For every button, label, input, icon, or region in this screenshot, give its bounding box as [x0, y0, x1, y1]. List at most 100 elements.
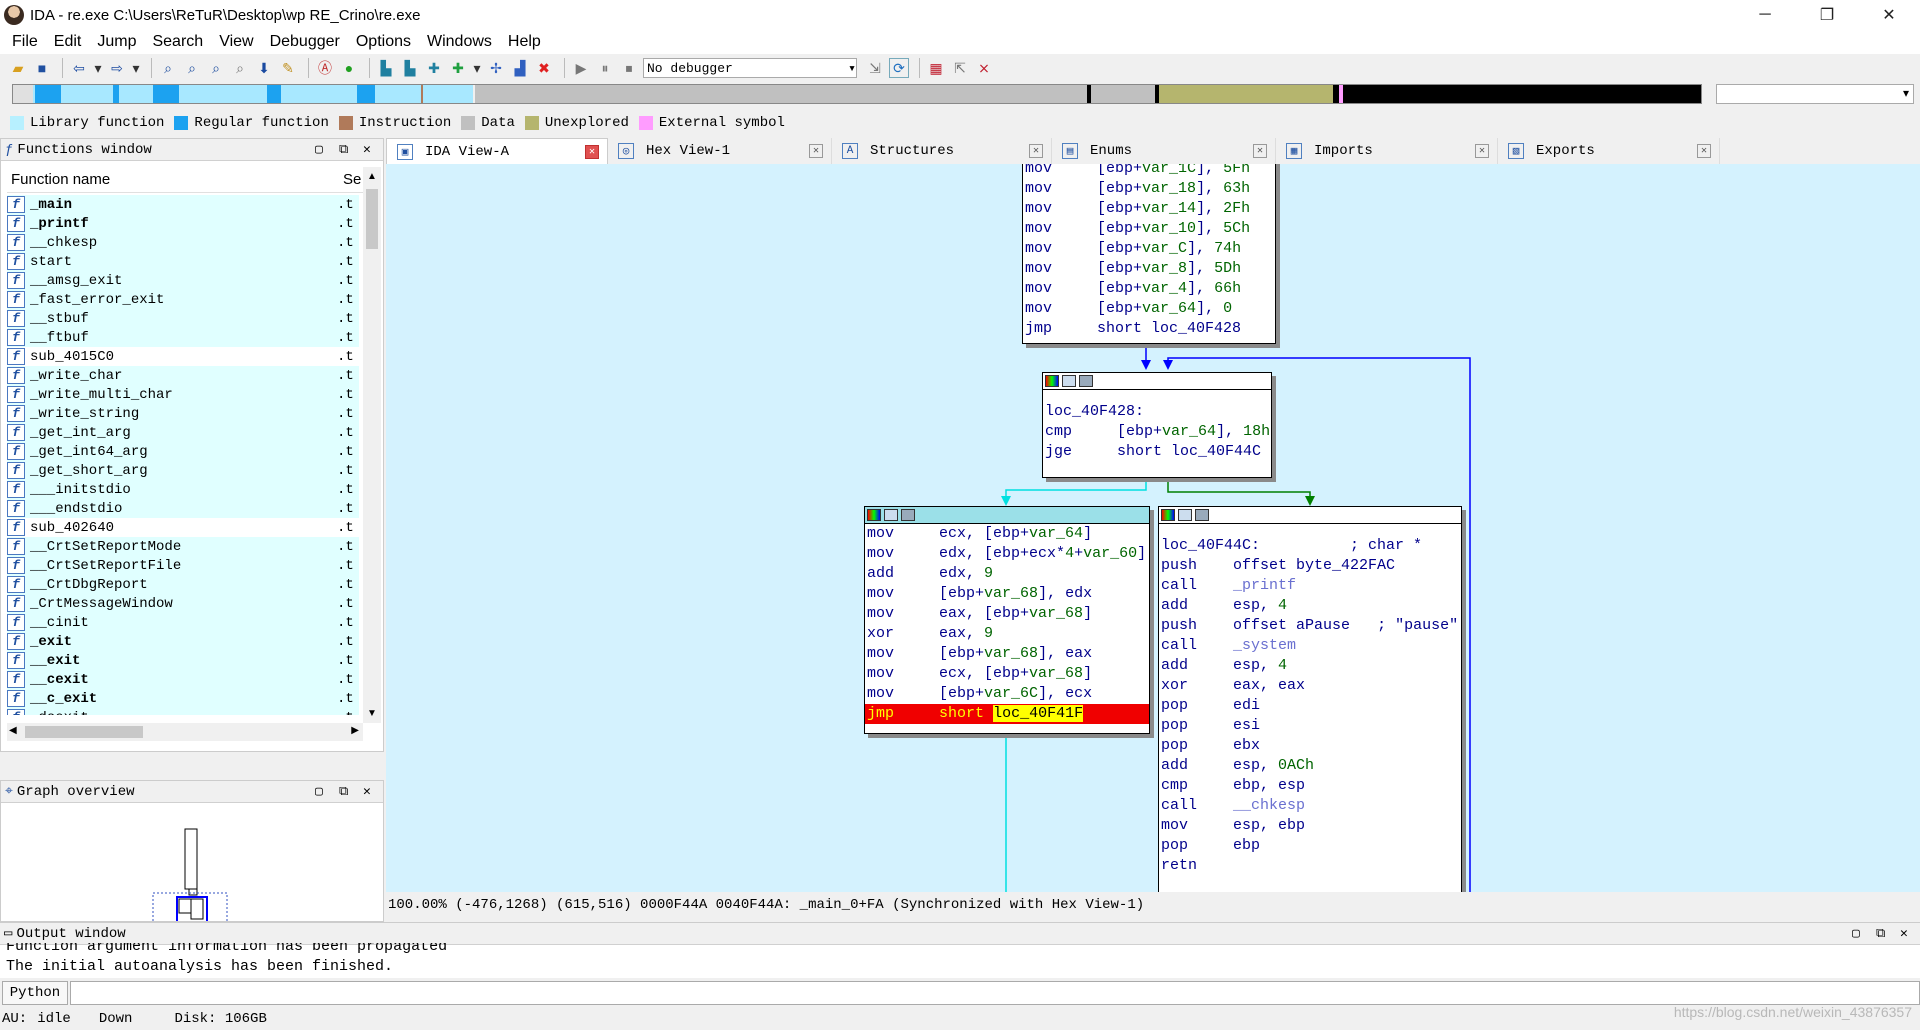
- restore-icon[interactable]: ▢: [315, 784, 323, 799]
- instruction-line[interactable]: call _system: [1159, 636, 1461, 656]
- add-enum-icon[interactable]: ✚: [448, 58, 468, 78]
- function-row[interactable]: f _exit .t: [7, 632, 359, 651]
- function-row[interactable]: f __c_exit .t: [7, 689, 359, 708]
- instruction-line[interactable]: jmp short loc_40F428: [1023, 319, 1275, 339]
- scroll-thumb[interactable]: [366, 189, 378, 249]
- remove-breakpoint-icon[interactable]: ⨯: [974, 58, 994, 78]
- menu-search[interactable]: Search: [144, 33, 211, 51]
- proximity-icon[interactable]: ▟: [510, 58, 530, 78]
- menu-file[interactable]: File: [4, 33, 46, 51]
- node-graph-icon[interactable]: [1178, 509, 1192, 521]
- command-input[interactable]: [70, 981, 1920, 1005]
- graph-icon[interactable]: ✢: [486, 58, 506, 78]
- instruction-line[interactable]: mov [ebp+var_10], 5Ch: [1023, 219, 1275, 239]
- green-circle-icon[interactable]: ●: [339, 58, 359, 78]
- call-target[interactable]: _system: [1233, 637, 1296, 654]
- mark-icon[interactable]: ✎: [278, 58, 298, 78]
- node-group-icon[interactable]: [1079, 375, 1093, 387]
- menu-edit[interactable]: Edit: [46, 33, 90, 51]
- sync-icon[interactable]: ⟳: [889, 58, 909, 78]
- restore-icon[interactable]: ▢: [1852, 926, 1860, 941]
- instruction-line[interactable]: mov [ebp+var_1C], 5Fh: [1023, 164, 1275, 179]
- function-row[interactable]: f __exit .t: [7, 651, 359, 670]
- scroll-left-icon[interactable]: ◀: [9, 725, 17, 736]
- selected-instruction-line[interactable]: jmp short loc_40F41F: [865, 704, 1149, 724]
- save-icon[interactable]: ■: [32, 58, 52, 78]
- functions-vertical-scrollbar[interactable]: ▲ ▼: [363, 167, 381, 723]
- function-row[interactable]: f _get_int64_arg .t: [7, 442, 359, 461]
- jump-down-icon[interactable]: ⬇: [254, 58, 274, 78]
- function-row[interactable]: f __amsg_exit .t: [7, 271, 359, 290]
- add-breakpoint-icon[interactable]: ⇱: [950, 58, 970, 78]
- breakpoint-list-icon[interactable]: ▦: [926, 58, 946, 78]
- tab-close-icon[interactable]: ✕: [1029, 144, 1043, 158]
- graph-overview-canvas[interactable]: [1, 803, 385, 921]
- chevron-down-icon[interactable]: ▾: [131, 58, 141, 78]
- instruction-line[interactable]: call _printf: [1159, 576, 1461, 596]
- add-struct-icon[interactable]: ✚: [424, 58, 444, 78]
- call-target[interactable]: _printf: [1233, 577, 1296, 594]
- tab-close-icon[interactable]: ✕: [1475, 144, 1489, 158]
- restore-icon[interactable]: ▢: [315, 142, 323, 157]
- function-row[interactable]: f ___endstdio .t: [7, 499, 359, 518]
- graph-node-top[interactable]: mov [ebp+var_1C], 5Fh mov [ebp+var_18], 6…: [1022, 164, 1276, 344]
- node-graph-icon[interactable]: [884, 509, 898, 521]
- function-row[interactable]: f _get_short_arg .t: [7, 461, 359, 480]
- instruction-line[interactable]: jge short loc_40F44C: [1043, 442, 1271, 462]
- instruction-line[interactable]: mov esp, ebp: [1159, 816, 1461, 836]
- function-row[interactable]: f _write_multi_char .t: [7, 385, 359, 404]
- instruction-line[interactable]: add edx, 9: [865, 564, 1149, 584]
- function-row[interactable]: f _doexit.t: [7, 708, 359, 715]
- instruction-line[interactable]: pop esi: [1159, 716, 1461, 736]
- scroll-down-icon[interactable]: ▼: [367, 708, 377, 719]
- scroll-thumb[interactable]: [25, 726, 143, 738]
- function-row[interactable]: f __CrtSetReportMode .t: [7, 537, 359, 556]
- instruction-line[interactable]: mov [ebp+var_68], eax: [865, 644, 1149, 664]
- function-row[interactable]: f __cexit .t: [7, 670, 359, 689]
- search-immediate-icon[interactable]: ⌕: [230, 58, 250, 78]
- scroll-up-icon[interactable]: ▲: [367, 171, 377, 182]
- tab-hex-view-1[interactable]: ◎ Hex View-1 ✕: [608, 138, 832, 164]
- instruction-line[interactable]: call __chkesp: [1159, 796, 1461, 816]
- tab-close-icon[interactable]: ✕: [585, 145, 599, 159]
- search-next-icon[interactable]: ⌕: [206, 58, 226, 78]
- instruction-line[interactable]: xor eax, 9: [865, 624, 1149, 644]
- step-icon[interactable]: ⇲: [865, 58, 885, 78]
- instruction-line[interactable]: mov [ebp+var_4], 66h: [1023, 279, 1275, 299]
- graph-node-loop[interactable]: loc_40F428: cmp [ebp+var_64], 18h jge sho…: [1042, 372, 1272, 478]
- function-row[interactable]: f _main .t: [7, 195, 359, 214]
- function-row[interactable]: f __CrtDbgReport .t: [7, 575, 359, 594]
- menu-view[interactable]: View: [211, 33, 261, 51]
- float-icon[interactable]: ⧉: [339, 142, 348, 157]
- function-row[interactable]: f sub_402640 .t: [7, 518, 359, 537]
- function-row[interactable]: f __cinit .t: [7, 613, 359, 632]
- instruction-line[interactable]: pop edi: [1159, 696, 1461, 716]
- function-row[interactable]: f __CrtSetReportFile .t: [7, 556, 359, 575]
- function-row[interactable]: f sub_4015C0 .t: [7, 347, 359, 366]
- instruction-line[interactable]: cmp ebp, esp: [1159, 776, 1461, 796]
- text-a-icon[interactable]: Ⓐ: [315, 58, 335, 78]
- tab-structures[interactable]: A Structures ✕: [832, 138, 1052, 164]
- graph-view[interactable]: mov [ebp+var_1C], 5Fh mov [ebp+var_18], 6…: [386, 164, 1920, 892]
- node-color-icon[interactable]: [1045, 375, 1059, 387]
- instruction-line[interactable]: mov [ebp+var_64], 0: [1023, 299, 1275, 319]
- back-arrow-icon[interactable]: ⇦: [69, 58, 89, 78]
- float-icon[interactable]: ⧉: [339, 784, 348, 799]
- maximize-button[interactable]: ❐: [1804, 0, 1850, 30]
- float-icon[interactable]: ⧉: [1876, 926, 1885, 941]
- node-group-icon[interactable]: [901, 509, 915, 521]
- menu-debugger[interactable]: Debugger: [262, 33, 348, 51]
- function-row[interactable]: f __chkesp .t: [7, 233, 359, 252]
- instruction-line[interactable]: pop ebp: [1159, 836, 1461, 856]
- chevron-down-icon[interactable]: ▾: [472, 58, 482, 78]
- instruction-line[interactable]: mov ecx, [ebp+var_68]: [865, 664, 1149, 684]
- search-text-icon[interactable]: ⌕: [182, 58, 202, 78]
- instruction-line[interactable]: mov [ebp+var_68], edx: [865, 584, 1149, 604]
- instruction-line[interactable]: add esp, 0ACh: [1159, 756, 1461, 776]
- instruction-line[interactable]: mov eax, [ebp+var_68]: [865, 604, 1149, 624]
- function-row[interactable]: f start .t: [7, 252, 359, 271]
- loc-label[interactable]: loc_40F428:: [1043, 402, 1271, 422]
- instruction-line[interactable]: mov ecx, [ebp+var_64]: [865, 524, 1149, 544]
- nav-select[interactable]: ▾: [1716, 84, 1914, 104]
- functions-horizontal-scrollbar[interactable]: ◀ ▶: [7, 723, 363, 741]
